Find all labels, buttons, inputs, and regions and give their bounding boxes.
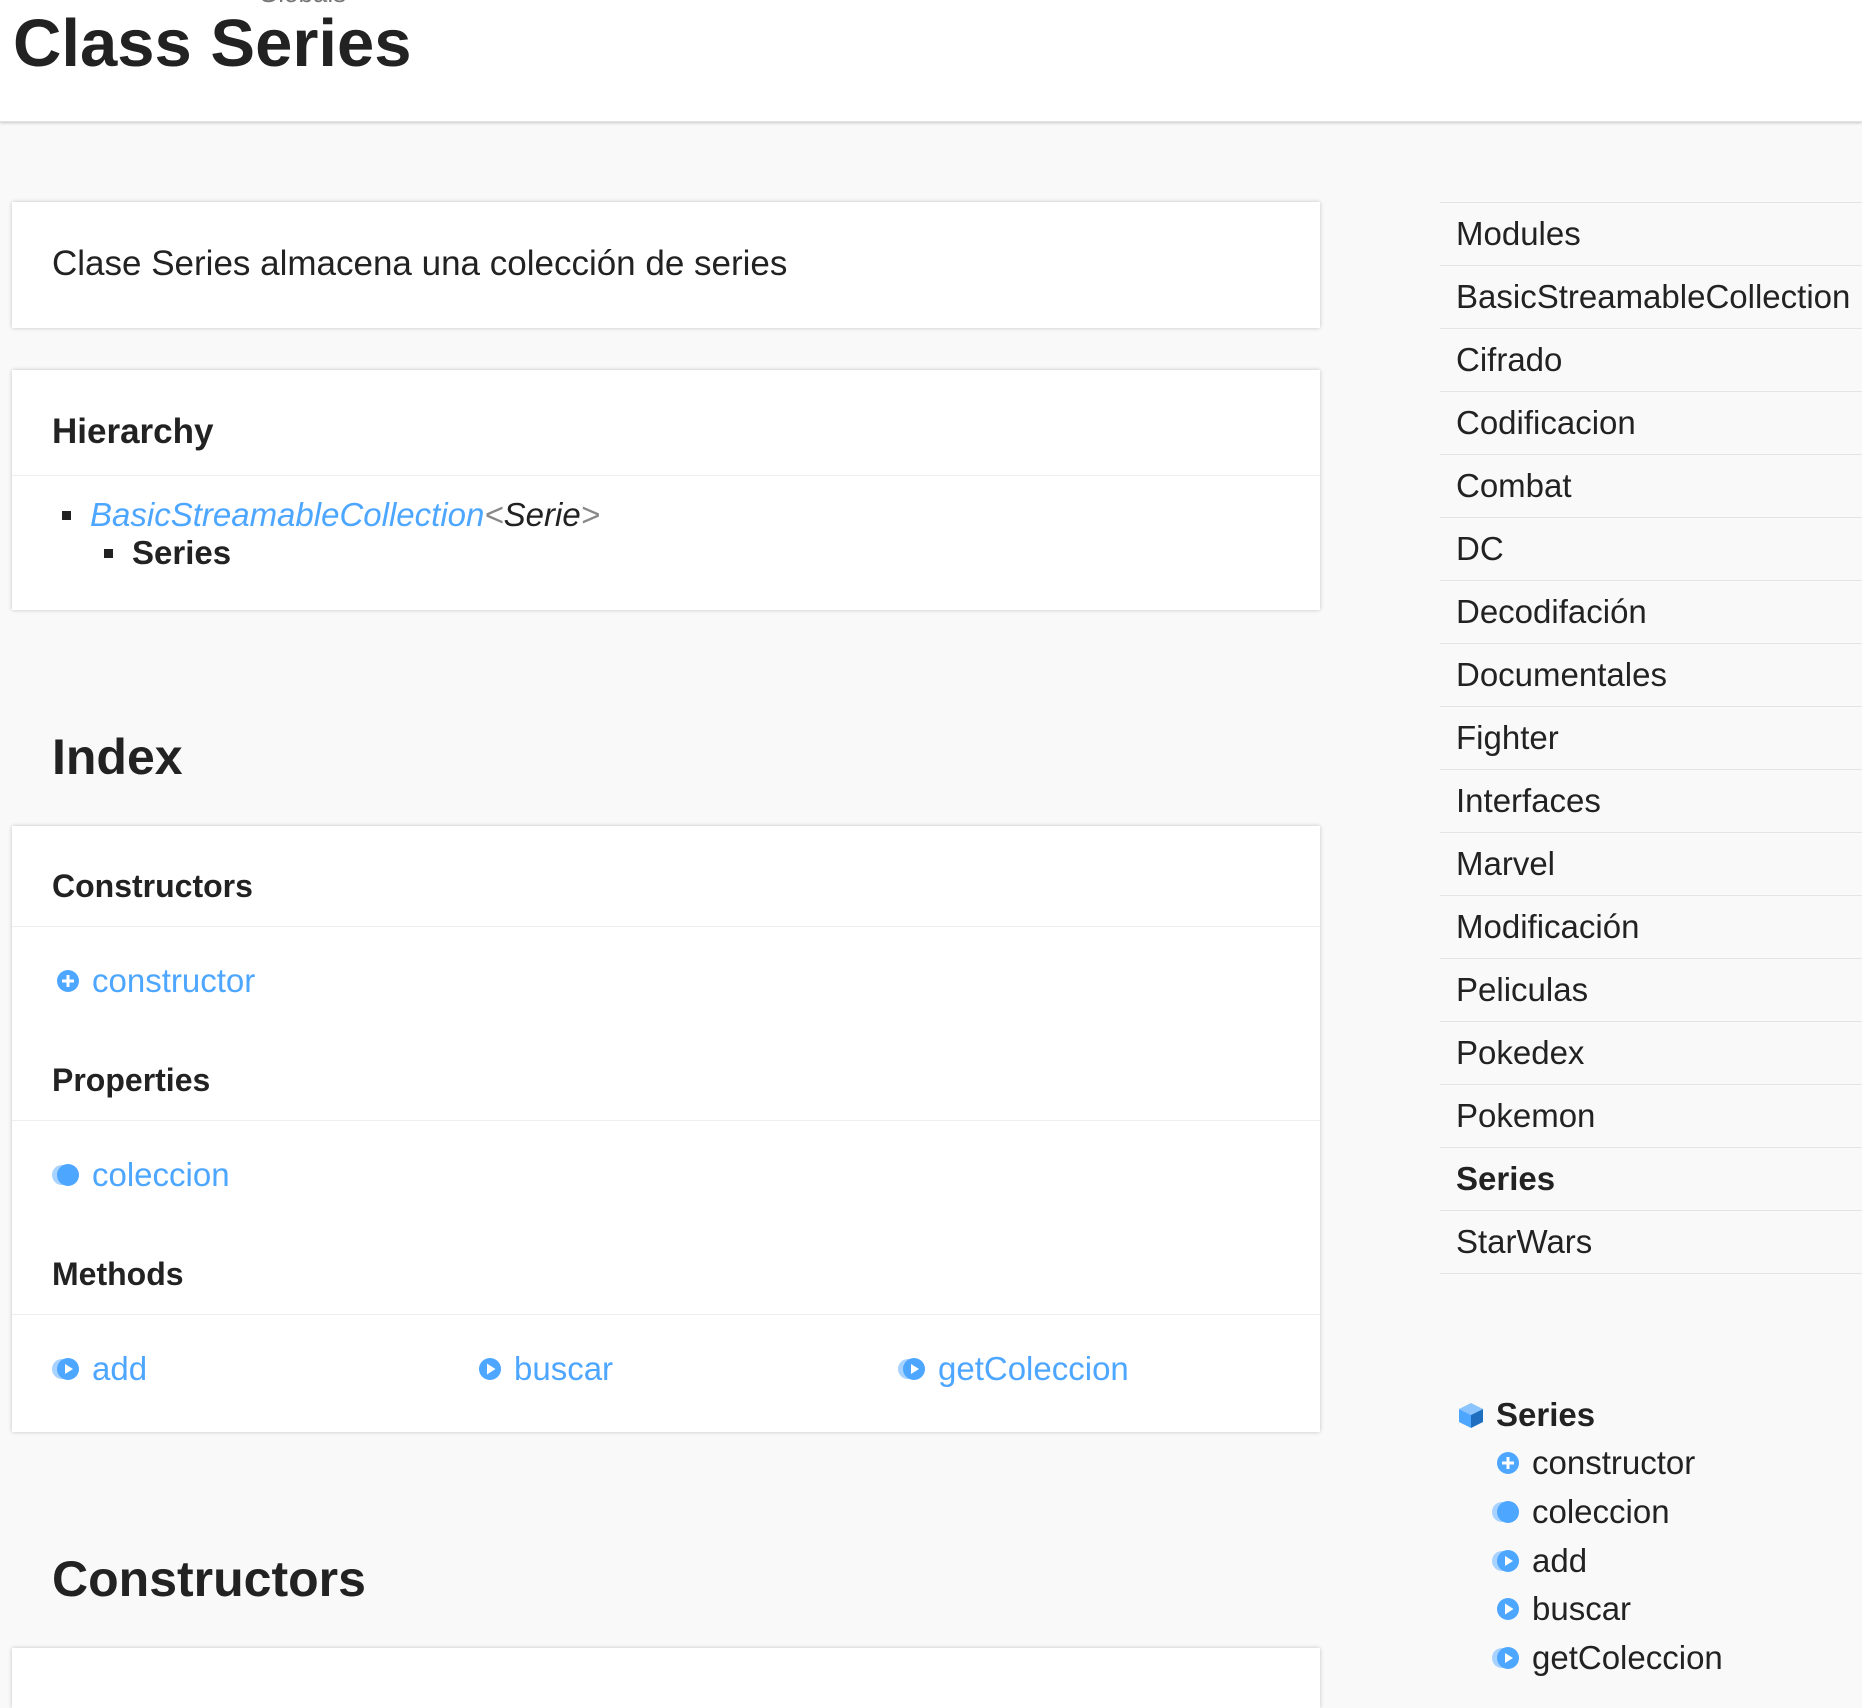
inherited-method-icon [898,1358,925,1380]
inherited-method-icon [52,1358,79,1380]
index-item-add[interactable]: add [52,1350,147,1388]
property-icon [1492,1501,1519,1523]
toc-item-label: add [1532,1542,1588,1579]
toc-item-getColeccion[interactable]: getColeccion [1492,1639,1723,1677]
methods-index-header: Methods [12,1214,1320,1315]
hierarchy-parent-row: BasicStreamableCollection<Serie> [62,496,600,534]
constructor-icon [57,970,79,992]
toc-item-label: buscar [1532,1590,1632,1627]
sidebar-item-label[interactable]: Marvel [1456,845,1555,883]
sidebar-item-documentales[interactable]: Documentales [1440,644,1862,707]
comment-panel: Clase Series almacena una colección de s… [12,202,1320,328]
sidebar-item-dc[interactable]: DC [1440,518,1862,581]
sidebar-item-label[interactable]: Modificación [1456,908,1639,946]
constructors-section-heading: Constructors [52,1551,366,1607]
index-item-buscar[interactable]: buscar [478,1350,613,1388]
index-item-label: add [92,1350,148,1387]
sidebar-item-label[interactable]: DC [1456,530,1504,568]
type-bracket-open: < [484,496,504,533]
sidebar-item-label[interactable]: Cifrado [1456,341,1562,379]
bullet-icon [104,548,113,558]
inherited-method-icon [1492,1647,1519,1669]
sidebar-item-label[interactable]: Documentales [1456,656,1667,694]
sidebar-item-label[interactable]: BasicStreamableCollection [1456,278,1850,316]
index-item-label: getColeccion [938,1350,1129,1387]
sidebar-item-modificacion[interactable]: Modificación [1440,896,1862,959]
index-item-label: constructor [92,962,256,999]
toc-item-buscar[interactable]: buscar [1496,1590,1631,1628]
sidebar-item-label[interactable]: Interfaces [1456,782,1601,820]
sidebar-item-modules[interactable]: Modules [1440,202,1862,266]
hierarchy-child-row: Series [104,534,231,572]
toc-parent-label: Series [1496,1396,1596,1433]
sidebar-item-fighter[interactable]: Fighter [1440,707,1862,770]
sidebar-item-label[interactable]: StarWars [1456,1223,1592,1261]
properties-index-header: Properties [12,1020,1320,1121]
sidebar-item-basicstreamablecollection[interactable]: BasicStreamableCollection [1440,266,1862,329]
constructor-detail-panel [12,1648,1320,1708]
sidebar-item-label[interactable]: Fighter [1456,719,1559,757]
hierarchy-header: Hierarchy [12,370,1320,476]
property-icon [52,1164,79,1186]
sidebar-item-label[interactable]: Series [1456,1160,1555,1198]
page-header: Globals Class Series [0,0,1862,122]
constructors-index-header: Constructors [12,826,1320,927]
hierarchy-current-class: Series [132,534,232,571]
sidebar-item-codificacion[interactable]: Codificacion [1440,392,1862,455]
sidebar-item-label[interactable]: Peliculas [1456,971,1588,1009]
sidebar-item-combat[interactable]: Combat [1440,455,1862,518]
sidebar-item-pokemon[interactable]: Pokemon [1440,1085,1862,1148]
toc-class-series[interactable]: Series [1456,1396,1595,1434]
sidebar-item-starwars[interactable]: StarWars [1440,1211,1862,1274]
index-heading: Index [52,729,183,785]
sidebar-item-interfaces[interactable]: Interfaces [1440,770,1862,833]
properties-index-heading: Properties [52,1062,211,1098]
sidebar-nav: Modules BasicStreamableCollection Cifrad… [1440,202,1862,1274]
toc-item-coleccion[interactable]: coleccion [1492,1493,1670,1531]
methods-index-heading: Methods [52,1256,184,1292]
sidebar-item-peliculas[interactable]: Peliculas [1440,959,1862,1022]
method-icon [479,1358,501,1380]
class-cube-icon [1459,1403,1483,1428]
toc-item-label: getColeccion [1532,1639,1723,1676]
inherited-method-icon [1492,1550,1519,1572]
hierarchy-parent-link[interactable]: BasicStreamableCollection [90,496,484,533]
hierarchy-panel: Hierarchy [12,370,1320,610]
sidebar-item-label[interactable]: Pokemon [1456,1097,1595,1135]
index-item-coleccion[interactable]: coleccion [52,1156,230,1194]
sidebar-item-label[interactable]: Codificacion [1456,404,1636,442]
sidebar-item-decodifacion[interactable]: Decodifación [1440,581,1862,644]
bullet-icon [62,510,71,520]
page-title: Class Series [13,6,412,81]
sidebar-item-label[interactable]: Modules [1456,215,1581,253]
index-item-constructor[interactable]: constructor [56,962,255,1000]
hierarchy-heading: Hierarchy [52,412,214,451]
sidebar-item-marvel[interactable]: Marvel [1440,833,1862,896]
sidebar-item-cifrado[interactable]: Cifrado [1440,329,1862,392]
toc-item-label: coleccion [1532,1493,1670,1530]
sidebar-item-series[interactable]: Series [1440,1148,1862,1211]
type-argument: Serie [503,496,581,533]
method-icon [1497,1598,1519,1620]
toc-item-constructor[interactable]: constructor [1496,1444,1695,1482]
sidebar-item-label[interactable]: Pokedex [1456,1034,1584,1072]
class-description: Clase Series almacena una colección de s… [52,244,788,283]
sidebar-item-label[interactable]: Combat [1456,467,1572,505]
index-item-label: buscar [514,1350,614,1387]
constructor-icon [1497,1452,1519,1474]
toc-item-label: constructor [1532,1444,1696,1481]
sidebar-item-label[interactable]: Decodifación [1456,593,1647,631]
constructors-index-heading: Constructors [52,868,253,904]
toc-item-add[interactable]: add [1492,1542,1587,1580]
type-bracket-close: > [580,496,600,533]
index-item-label: coleccion [92,1156,230,1193]
sidebar-toc: Series constructor coleccion add buscar [1456,1396,1723,1676]
index-panel: Constructors Properties Methods construc… [12,826,1320,1432]
index-item-getColeccion[interactable]: getColeccion [898,1350,1129,1388]
sidebar-item-pokedex[interactable]: Pokedex [1440,1022,1862,1085]
